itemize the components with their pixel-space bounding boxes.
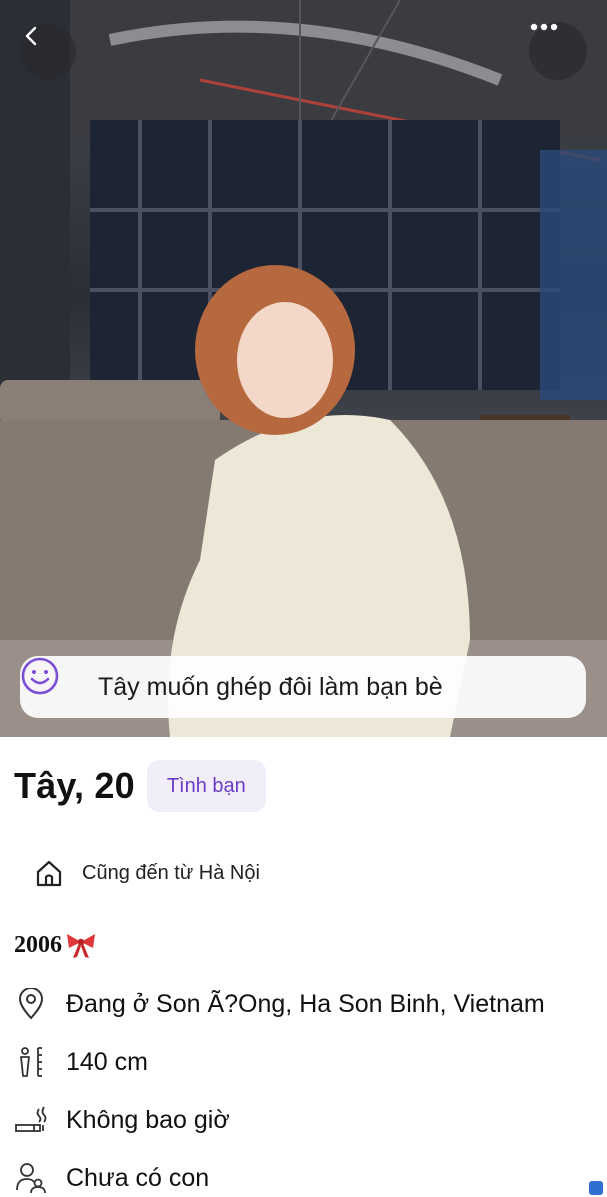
profile-name-age: Tây, 20 <box>14 765 135 806</box>
bio-row: 2006 <box>14 930 98 960</box>
children-icon <box>14 1161 48 1195</box>
smile-face-icon <box>21 657 84 707</box>
relationship-goal-tag: Tình bạn <box>146 760 266 812</box>
corner-badge <box>589 1181 603 1195</box>
bio-text: 2006 <box>14 931 62 958</box>
match-intent-banner: Tây muốn ghép đôi làm bạn bè <box>20 656 586 718</box>
chevron-left-icon <box>25 26 37 46</box>
back-button[interactable] <box>20 24 76 80</box>
children-text: Chưa có con <box>66 1163 210 1192</box>
smoking-row: Không bao giờ <box>14 1103 230 1137</box>
more-options-button[interactable] <box>529 22 587 80</box>
location-text: Đang ở Son Ã?Ong, Ha Son Binh, Vietnam <box>66 989 545 1018</box>
height-text: 140 cm <box>66 1047 148 1076</box>
ribbon-bow-icon <box>67 934 95 958</box>
smoking-icon <box>14 1103 48 1137</box>
name-row: Tây, 20 Tình bạn <box>14 760 266 812</box>
hometown-text: Cũng đến từ Hà Nội <box>82 861 260 884</box>
more-horizontal-icon <box>530 23 558 31</box>
location-row: Đang ở Son Ã?Ong, Ha Son Binh, Vietnam <box>14 987 545 1021</box>
location-pin-icon <box>14 987 48 1021</box>
height-ruler-icon <box>14 1045 48 1079</box>
children-row: Chưa có con <box>14 1161 209 1195</box>
match-intent-text: Tây muốn ghép đôi làm bạn bè <box>98 672 443 701</box>
smoking-text: Không bao giờ <box>66 1105 230 1134</box>
height-row: 140 cm <box>14 1045 148 1079</box>
home-icon <box>36 860 62 887</box>
hometown-row: Cũng đến từ Hà Nội <box>34 858 260 888</box>
photo-illustration <box>0 0 607 737</box>
profile-photo[interactable]: Tây muốn ghép đôi làm bạn bè <box>0 0 607 737</box>
